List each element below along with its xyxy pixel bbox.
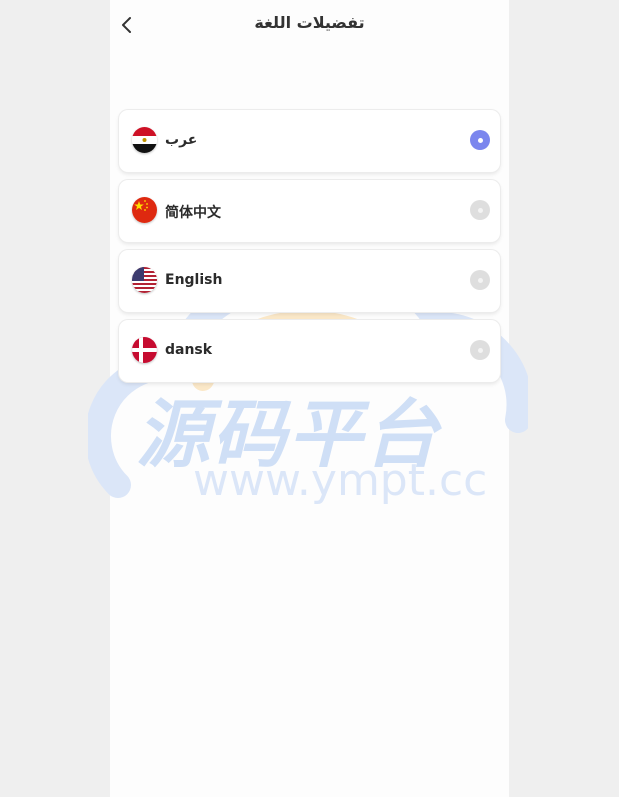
radio-selected[interactable] <box>470 130 490 150</box>
language-label: dansk <box>165 342 213 358</box>
language-option-chinese[interactable]: 简体中文 <box>119 180 500 242</box>
language-label: عرب <box>165 132 198 148</box>
china-flag-icon <box>132 197 157 223</box>
radio-unselected[interactable] <box>470 270 490 290</box>
denmark-flag-icon <box>132 337 157 363</box>
radio-unselected[interactable] <box>470 340 490 360</box>
language-label: English <box>165 272 223 288</box>
usa-flag-icon <box>132 267 157 293</box>
language-option-arabic[interactable]: عرب <box>119 110 500 172</box>
language-option-danish[interactable]: dansk <box>119 320 500 382</box>
app-screen: تفضيلات اللغة عرب 简体中文 English dansk <box>110 0 509 797</box>
egypt-flag-icon <box>132 127 157 153</box>
language-option-english[interactable]: English <box>119 250 500 312</box>
language-label: 简体中文 <box>165 205 221 221</box>
radio-unselected[interactable] <box>470 200 490 220</box>
header: تفضيلات اللغة <box>110 0 509 50</box>
page-title: تفضيلات اللغة <box>254 13 365 32</box>
